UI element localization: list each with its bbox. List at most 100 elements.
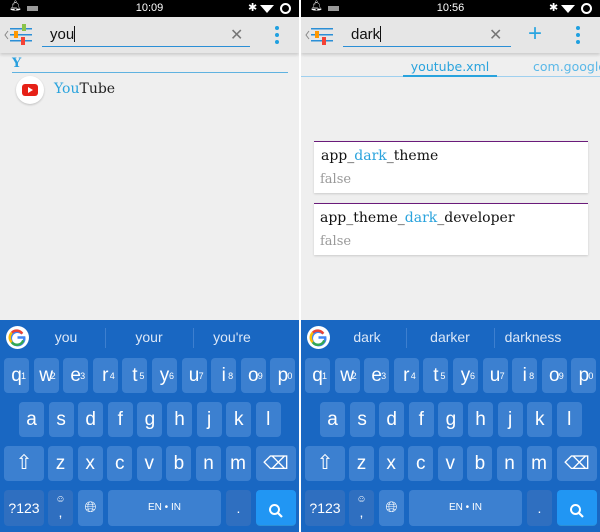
key-hint: 4 (410, 371, 416, 381)
key-c[interactable]: c (107, 446, 133, 481)
app-settings-icon[interactable] (305, 24, 335, 46)
key-p[interactable]: p0 (571, 358, 597, 393)
key-h[interactable]: h (468, 402, 493, 437)
key-f[interactable]: f (107, 402, 133, 437)
globe-language-icon[interactable]: 🌐︎ (379, 490, 404, 526)
key-x[interactable]: x (378, 446, 404, 481)
search-key-icon[interactable] (557, 490, 597, 526)
key-hint: 6 (168, 371, 174, 381)
key-w[interactable]: w2 (334, 358, 360, 393)
app-list-item-youtube[interactable]: YouTube (16, 76, 286, 104)
pref-item[interactable]: app_theme_dark_developer false (314, 203, 588, 255)
key-a[interactable]: a (320, 402, 345, 437)
key-m[interactable]: m (225, 446, 251, 481)
key-i[interactable]: i8 (211, 358, 237, 393)
key-i[interactable]: i8 (512, 358, 538, 393)
key-b[interactable]: b (467, 446, 493, 481)
key-u[interactable]: u7 (482, 358, 508, 393)
key-s[interactable]: s (48, 402, 74, 437)
key-r[interactable]: r4 (393, 358, 419, 393)
key-e[interactable]: e3 (63, 358, 89, 393)
key-d[interactable]: d (78, 402, 104, 437)
suggestion[interactable]: you (26, 329, 106, 345)
key-j[interactable]: j (497, 402, 523, 437)
key-q[interactable]: q1 (4, 358, 29, 393)
clear-search-icon[interactable]: ✕ (489, 25, 502, 45)
suggestion-divider (494, 328, 495, 348)
key-hint: 7 (499, 371, 505, 381)
symbols-key[interactable]: ?123 (4, 490, 44, 526)
tab-com-google[interactable]: com.google. (533, 59, 600, 74)
keyboard: dark darker darkness q 1 w 2 e 3 r 4 t 5 y 6 u 7 i 8 o 9 p 0 a s… (301, 320, 600, 532)
key-z[interactable]: z (48, 446, 73, 481)
key-r[interactable]: r4 (92, 358, 118, 393)
key-m[interactable]: m (526, 446, 552, 481)
key-y[interactable]: y6 (152, 358, 177, 393)
key-v[interactable]: v (136, 446, 162, 481)
more-options-icon[interactable] (275, 26, 279, 47)
app-settings-icon[interactable] (4, 24, 34, 46)
key-v[interactable]: v (437, 446, 463, 481)
key-o[interactable]: o9 (541, 358, 567, 393)
key-p[interactable]: p0 (270, 358, 296, 393)
key-hint: 5 (440, 371, 446, 381)
search-input[interactable]: dark (343, 23, 511, 47)
space-key[interactable]: EN • IN (108, 490, 221, 526)
globe-language-icon[interactable]: 🌐︎ (78, 490, 103, 526)
key-o[interactable]: o9 (240, 358, 266, 393)
key-z[interactable]: z (349, 446, 374, 481)
key-k[interactable]: k (527, 402, 553, 437)
period-key[interactable]: . (226, 490, 251, 526)
key-g[interactable]: g (438, 402, 464, 437)
key-l[interactable]: l (556, 402, 582, 437)
key-q[interactable]: q1 (305, 358, 330, 393)
key-d[interactable]: d (379, 402, 405, 437)
key-x[interactable]: x (77, 446, 103, 481)
period-key[interactable]: . (527, 490, 552, 526)
suggestion[interactable]: darkness (493, 329, 573, 345)
suggestion[interactable]: you're (192, 329, 272, 345)
search-key-icon[interactable] (256, 490, 296, 526)
key-hint: 0 (588, 371, 594, 381)
key-t[interactable]: t5 (423, 358, 449, 393)
comma-emoji-key[interactable]: ☺, (48, 490, 73, 526)
key-b[interactable]: b (166, 446, 192, 481)
key-j[interactable]: j (196, 402, 222, 437)
key-c[interactable]: c (408, 446, 434, 481)
key-n[interactable]: n (196, 446, 221, 481)
suggestion[interactable]: dark (327, 329, 407, 345)
key-k[interactable]: k (226, 402, 252, 437)
pref-item[interactable]: app_dark_theme false (314, 141, 588, 193)
key-s[interactable]: s (349, 402, 375, 437)
key-y[interactable]: y6 (453, 358, 478, 393)
backspace-key-icon[interactable]: ⌫ (557, 446, 597, 481)
search-input[interactable]: you (42, 23, 250, 47)
suggestion-divider (105, 328, 106, 348)
key-g[interactable]: g (137, 402, 163, 437)
shift-key-icon[interactable]: ⇧ (4, 446, 44, 481)
key-e[interactable]: e3 (364, 358, 390, 393)
comma-emoji-key[interactable]: ☺, (349, 490, 374, 526)
clear-search-icon[interactable]: ✕ (230, 25, 243, 45)
key-f[interactable]: f (408, 402, 434, 437)
key-n[interactable]: n (497, 446, 522, 481)
more-options-icon[interactable] (576, 26, 580, 47)
shift-key-icon[interactable]: ⇧ (305, 446, 345, 481)
app-name-match: You (54, 81, 80, 97)
key-hint: 2 (50, 371, 56, 381)
keyboard: you your you're q 1 w 2 e 3 r 4 t 5 y 6 u 7 i 8 o 9 p 0 a s d f g h j… (0, 320, 299, 532)
key-t[interactable]: t5 (122, 358, 148, 393)
space-key[interactable]: EN • IN (409, 490, 522, 526)
key-u[interactable]: u7 (181, 358, 207, 393)
key-w[interactable]: w2 (33, 358, 59, 393)
add-icon[interactable]: + (528, 20, 542, 48)
symbols-key[interactable]: ?123 (305, 490, 345, 526)
key-l[interactable]: l (255, 402, 281, 437)
key-a[interactable]: a (19, 402, 44, 437)
backspace-key-icon[interactable]: ⌫ (256, 446, 296, 481)
suggestion[interactable]: darker (410, 329, 490, 345)
suggestion[interactable]: your (109, 329, 189, 345)
key-h[interactable]: h (167, 402, 192, 437)
tab-youtube-xml[interactable]: youtube.xml (403, 59, 497, 77)
text-caret (74, 26, 76, 42)
